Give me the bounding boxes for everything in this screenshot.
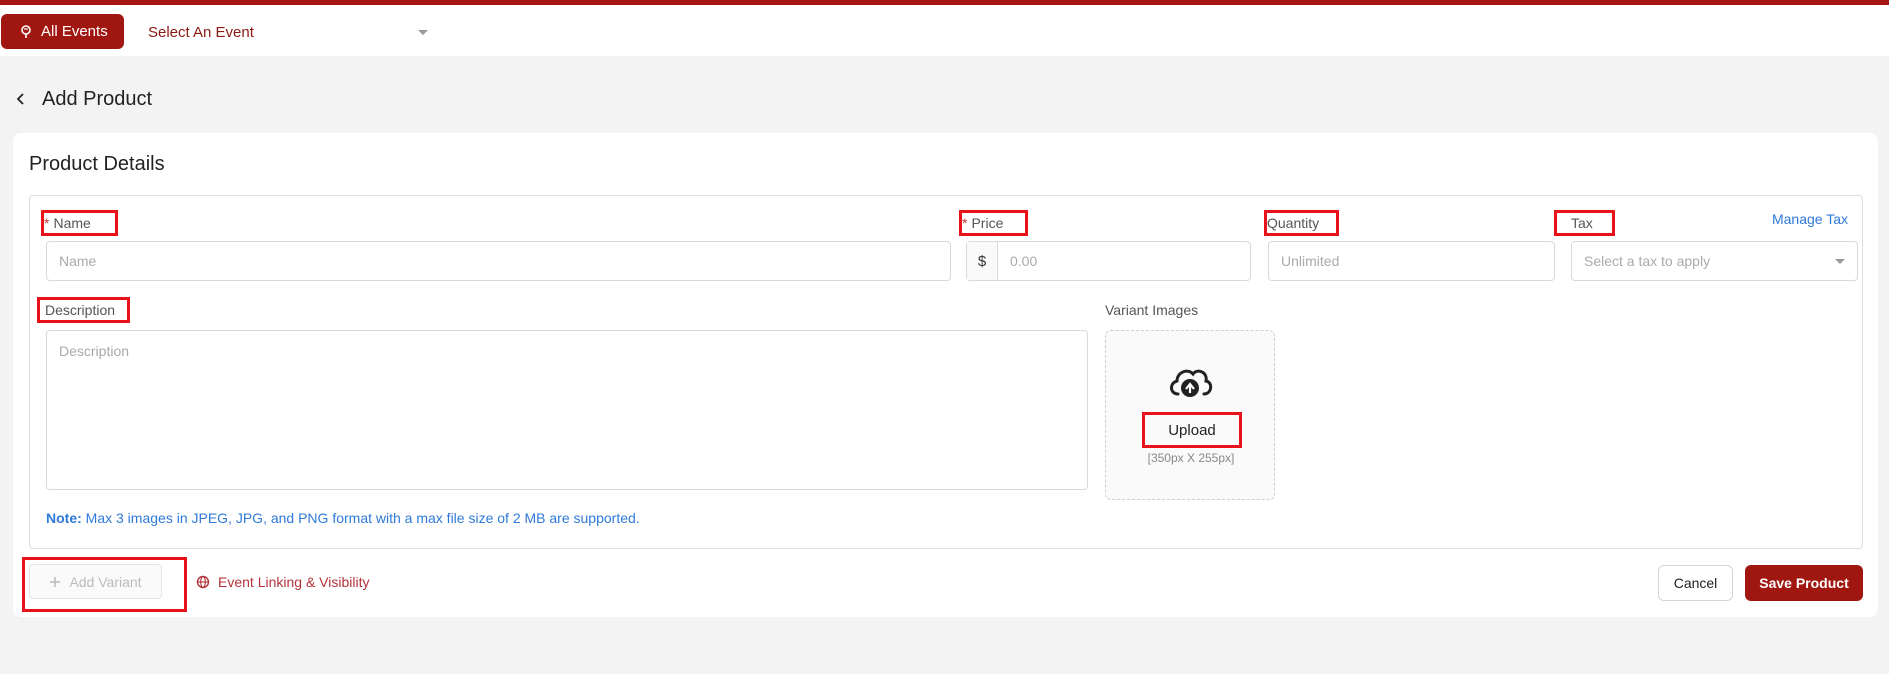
product-form: * Name Name * Price $ 0.00 Quantity Unlimi…: [29, 195, 1863, 549]
chevron-down-icon: [1835, 259, 1845, 264]
upload-size-hint: [350px X 255px]: [1147, 451, 1235, 465]
quantity-input[interactable]: Unlimited: [1268, 241, 1555, 281]
name-label: * Name: [41, 210, 118, 236]
price-placeholder: 0.00: [1010, 253, 1038, 269]
save-product-button[interactable]: Save Product: [1745, 565, 1863, 601]
description-textarea[interactable]: Description: [46, 330, 1088, 490]
back-arrow-icon[interactable]: [14, 92, 28, 106]
note-text: Max 3 images in JPEG, JPG, and PNG forma…: [81, 510, 640, 526]
globe-icon: [196, 575, 210, 589]
section-title: Product Details: [29, 153, 165, 175]
add-variant-highlight: Add Variant: [22, 557, 187, 612]
add-variant-button[interactable]: Add Variant: [29, 564, 162, 599]
name-input[interactable]: Name: [46, 241, 951, 281]
price-input-group[interactable]: $ 0.00: [966, 241, 1251, 281]
price-label-text: Price: [971, 215, 1004, 231]
required-marker: *: [44, 215, 50, 231]
required-marker: *: [962, 215, 968, 231]
product-details-card: Product Details * Name Name * Price $ 0.00…: [13, 133, 1878, 617]
name-label-text: Name: [53, 215, 91, 231]
quantity-placeholder: Unlimited: [1281, 253, 1340, 269]
all-events-label: All Events: [41, 23, 108, 40]
event-select-dropdown[interactable]: Select An Event: [148, 17, 428, 47]
upload-button[interactable]: Upload: [1142, 412, 1242, 448]
image-upload-area[interactable]: Upload [350px X 255px]: [1105, 330, 1275, 500]
events-icon: [21, 24, 31, 38]
add-variant-label: Add Variant: [69, 573, 142, 590]
cancel-button[interactable]: Cancel: [1658, 565, 1733, 601]
price-input[interactable]: 0.00: [998, 242, 1250, 280]
variant-images-label: Variant Images: [1105, 302, 1199, 318]
event-select-value: Select An Event: [148, 23, 254, 41]
upload-note: Note: Max 3 images in JPEG, JPG, and PNG…: [46, 510, 640, 526]
name-placeholder: Name: [59, 253, 97, 269]
quantity-label: Quantity: [1264, 210, 1339, 236]
note-prefix: Note:: [46, 510, 82, 526]
cloud-upload-icon: [1170, 369, 1213, 397]
chevron-down-icon: [418, 30, 428, 35]
top-bar: All Events Select An Event: [0, 5, 1889, 56]
price-label: * Price: [959, 210, 1028, 236]
description-placeholder: Description: [59, 343, 130, 359]
page-title: Add Product: [42, 87, 153, 110]
currency-prefix: $: [967, 242, 998, 280]
event-linking-visibility-link[interactable]: Event Linking & Visibility: [196, 574, 369, 590]
description-label: Description: [37, 297, 130, 323]
tax-placeholder: Select a tax to apply: [1584, 253, 1711, 269]
tax-select[interactable]: Select a tax to apply: [1571, 241, 1858, 281]
plus-icon: [50, 576, 61, 587]
all-events-button[interactable]: All Events: [1, 14, 124, 49]
tax-label: Tax: [1554, 210, 1615, 236]
event-linking-label: Event Linking & Visibility: [218, 574, 370, 590]
page-header: Add Product: [14, 84, 152, 114]
manage-tax-link[interactable]: Manage Tax: [1772, 211, 1848, 227]
